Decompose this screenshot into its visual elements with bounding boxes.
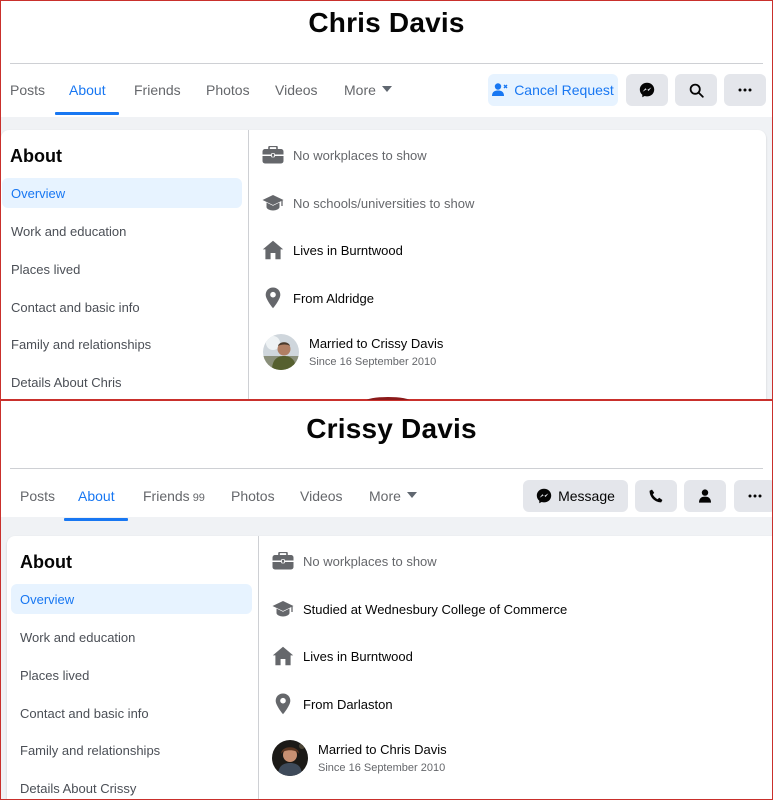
cancel-request-button[interactable]: Cancel Request (488, 74, 618, 106)
graduation-cap-icon (272, 601, 294, 617)
friend-request-icon (492, 83, 508, 96)
more-options-button[interactable] (734, 480, 772, 512)
briefcase-icon (262, 146, 284, 164)
spouse-photo (272, 740, 308, 776)
about-card: About Overview Work and education Places… (1, 130, 766, 399)
tab-about[interactable]: About (78, 488, 115, 504)
about-heading: About (10, 146, 62, 166)
married-since-text: Since 16 September 2010 (309, 356, 437, 368)
sidebar-item-family[interactable]: Family and relationships (2, 329, 242, 359)
graduation-cap-icon (262, 195, 284, 211)
phone-icon (649, 489, 663, 503)
tab-posts[interactable]: Posts (20, 488, 55, 504)
married-text: Married to Crissy Davis (309, 336, 444, 351)
sidebar-item-work-education[interactable]: Work and education (2, 216, 242, 246)
lives-row: Lives in Burntwood (271, 644, 413, 668)
location-pin-icon (275, 693, 291, 715)
messenger-icon (536, 488, 552, 504)
from-text: From Darlaston (303, 696, 393, 712)
messenger-button[interactable] (626, 74, 668, 106)
sidebar-divider (258, 536, 259, 799)
spouse-avatar[interactable] (272, 740, 308, 776)
tab-videos[interactable]: Videos (275, 82, 318, 98)
sidebar-item-contact-info[interactable]: Contact and basic info (11, 698, 252, 728)
profile-header: Crissy Davis Posts About Friends 99 Photo… (1, 401, 772, 521)
sidebar-item-places-lived[interactable]: Places lived (11, 660, 252, 690)
lives-text: Lives in Burntwood (293, 242, 403, 258)
message-button[interactable]: Message (523, 480, 628, 512)
spouse-photo (263, 334, 299, 370)
about-heading: About (20, 552, 72, 572)
sidebar-item-details[interactable]: Details About Chris (2, 367, 242, 397)
sidebar-item-overview[interactable]: Overview (11, 584, 252, 614)
sidebar-item-details[interactable]: Details About Crissy (11, 773, 252, 799)
profile-panel-chris: Chris Davis Posts About Friends Photos V… (0, 0, 773, 400)
cancel-request-label: Cancel Request (514, 82, 614, 98)
home-icon (262, 240, 284, 260)
tab-friends[interactable]: Friends (134, 82, 181, 98)
ellipsis-icon (748, 494, 762, 498)
header-divider (10, 468, 763, 469)
tab-more-label: More (369, 488, 401, 504)
about-card: About Overview Work and education Places… (7, 536, 772, 799)
active-tab-indicator (64, 518, 128, 521)
home-icon (272, 646, 294, 666)
profile-name: Chris Davis (308, 7, 465, 38)
tab-videos[interactable]: Videos (300, 488, 343, 504)
person-icon (699, 489, 711, 503)
ellipsis-icon (738, 88, 752, 92)
sidebar-divider (248, 130, 249, 399)
sidebar-item-family[interactable]: Family and relationships (11, 735, 252, 765)
location-pin-icon (265, 287, 281, 309)
profile-header: Chris Davis Posts About Friends Photos V… (1, 1, 772, 117)
briefcase-icon (272, 552, 294, 570)
married-text: Married to Chris Davis (318, 742, 447, 757)
work-row: No workplaces to show (271, 549, 437, 573)
relationship-row: Married to Chris Davis Since 16 Septembe… (272, 740, 447, 776)
tab-friends[interactable]: Friends 99 (143, 488, 205, 504)
caret-down-icon (406, 492, 417, 499)
tab-posts[interactable]: Posts (10, 82, 45, 98)
from-row: From Aldridge (261, 286, 374, 310)
sidebar-item-work-education[interactable]: Work and education (11, 622, 252, 652)
profile-panel-crissy: Crissy Davis Posts About Friends 99 Photo… (0, 400, 773, 800)
education-row: Studied at Wednesbury College of Commerc… (271, 597, 567, 621)
married-since-text: Since 16 September 2010 (318, 762, 446, 774)
sidebar-item-overview[interactable]: Overview (2, 178, 242, 208)
search-button[interactable] (675, 74, 717, 106)
profile-name: Crissy Davis (306, 413, 477, 444)
work-text: No workplaces to show (303, 553, 437, 569)
call-button[interactable] (635, 480, 677, 512)
sidebar-item-contact-info[interactable]: Contact and basic info (2, 292, 242, 322)
relationship-row: Married to Crissy Davis Since 16 Septemb… (263, 334, 443, 370)
message-label: Message (558, 488, 615, 504)
friends-count: 99 (192, 492, 205, 504)
more-options-button[interactable] (724, 74, 766, 106)
tab-photos[interactable]: Photos (206, 82, 250, 98)
sidebar-item-places-lived[interactable]: Places lived (2, 254, 242, 284)
tab-friends-label: Friends (143, 488, 190, 504)
spouse-avatar[interactable] (263, 334, 299, 370)
tab-about[interactable]: About (69, 82, 106, 98)
tab-more[interactable]: More (344, 82, 392, 98)
work-row: No workplaces to show (261, 143, 427, 167)
education-row: No schools/universities to show (261, 191, 474, 215)
tab-photos[interactable]: Photos (231, 488, 275, 504)
lives-row: Lives in Burntwood (261, 238, 403, 262)
caret-down-icon (381, 86, 392, 93)
education-text: Studied at Wednesbury College of Commerc… (303, 601, 568, 617)
from-text: From Aldridge (293, 290, 374, 306)
tab-more-label: More (344, 82, 376, 98)
search-icon (689, 83, 704, 98)
friend-status-button[interactable] (684, 480, 726, 512)
messenger-icon (639, 82, 655, 98)
header-divider (10, 63, 763, 64)
lives-text: Lives in Burntwood (303, 648, 413, 664)
from-row: From Darlaston (271, 692, 393, 716)
education-text: No schools/universities to show (293, 195, 475, 211)
work-text: No workplaces to show (293, 147, 427, 163)
tab-more[interactable]: More (369, 488, 417, 504)
active-tab-indicator (55, 112, 119, 115)
